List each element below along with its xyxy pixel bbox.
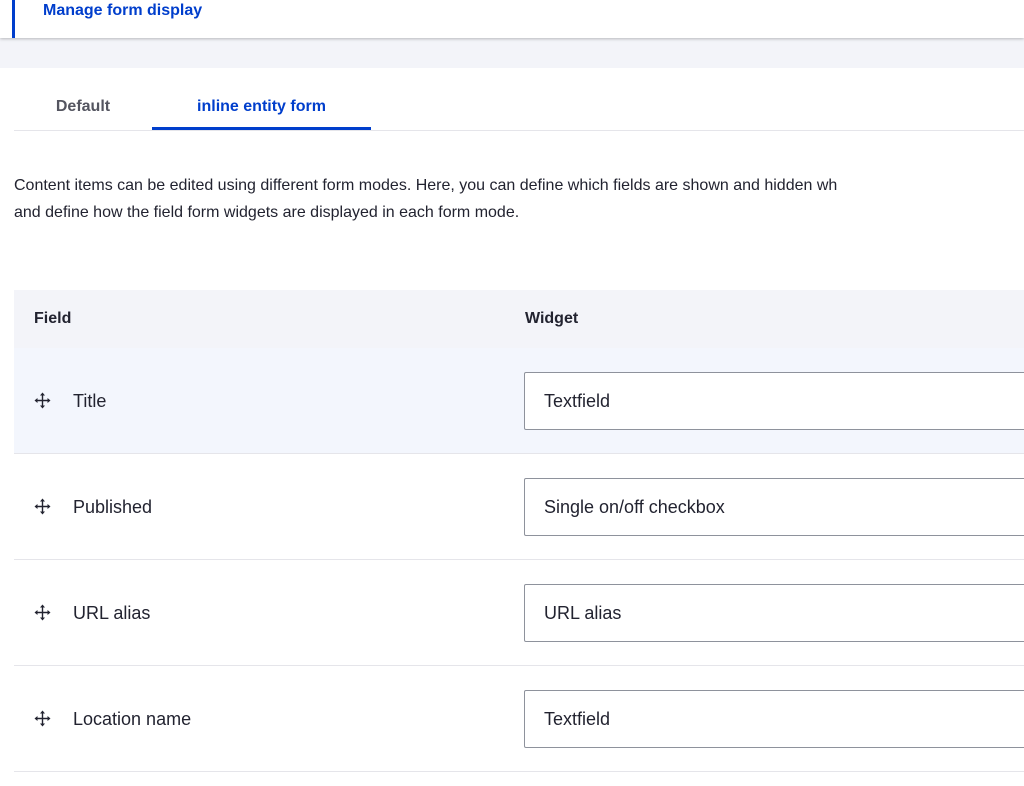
main-content: Default inline entity form Content items… (0, 68, 1024, 786)
secondary-tabs: Default inline entity form (14, 68, 1024, 131)
drag-handle-icon[interactable] (34, 392, 51, 409)
tab-default[interactable]: Default (14, 68, 152, 130)
column-header-field: Field (34, 310, 72, 327)
field-widget-table: Field Widget Title Textfield Published S… (14, 290, 1024, 772)
description-line-2: and define how the field form widgets ar… (14, 204, 520, 221)
description-line-1: Content items can be edited using differ… (14, 177, 838, 194)
widget-select[interactable]: Single on/off checkbox (524, 478, 1024, 536)
table-row: Location name Textfield (14, 666, 1024, 772)
field-label: Location name (73, 709, 192, 729)
widget-select[interactable]: Textfield (524, 372, 1024, 430)
tab-inline-entity-form[interactable]: inline entity form (152, 68, 371, 130)
widget-select[interactable]: Textfield (524, 690, 1024, 748)
tab-manage-form-display-label[interactable]: Manage form display (43, 0, 202, 22)
column-header-widget: Widget (525, 310, 579, 327)
tab-manage-form-display[interactable]: Manage form display (12, 0, 202, 38)
table-row: Published Single on/off checkbox (14, 454, 1024, 560)
table-header: Field Widget (14, 290, 1024, 348)
field-label: Published (73, 497, 153, 517)
table-row: Title Textfield (14, 348, 1024, 454)
drag-handle-icon[interactable] (34, 710, 51, 727)
field-label: URL alias (73, 603, 151, 623)
table-row: URL alias URL alias (14, 560, 1024, 666)
primary-tabs: Manage form display (0, 0, 1024, 38)
widget-select[interactable]: URL alias (524, 584, 1024, 642)
drag-handle-icon[interactable] (34, 498, 51, 515)
page-description: Content items can be edited using differ… (14, 172, 1024, 226)
drag-handle-icon[interactable] (34, 604, 51, 621)
field-label: Title (73, 391, 107, 411)
